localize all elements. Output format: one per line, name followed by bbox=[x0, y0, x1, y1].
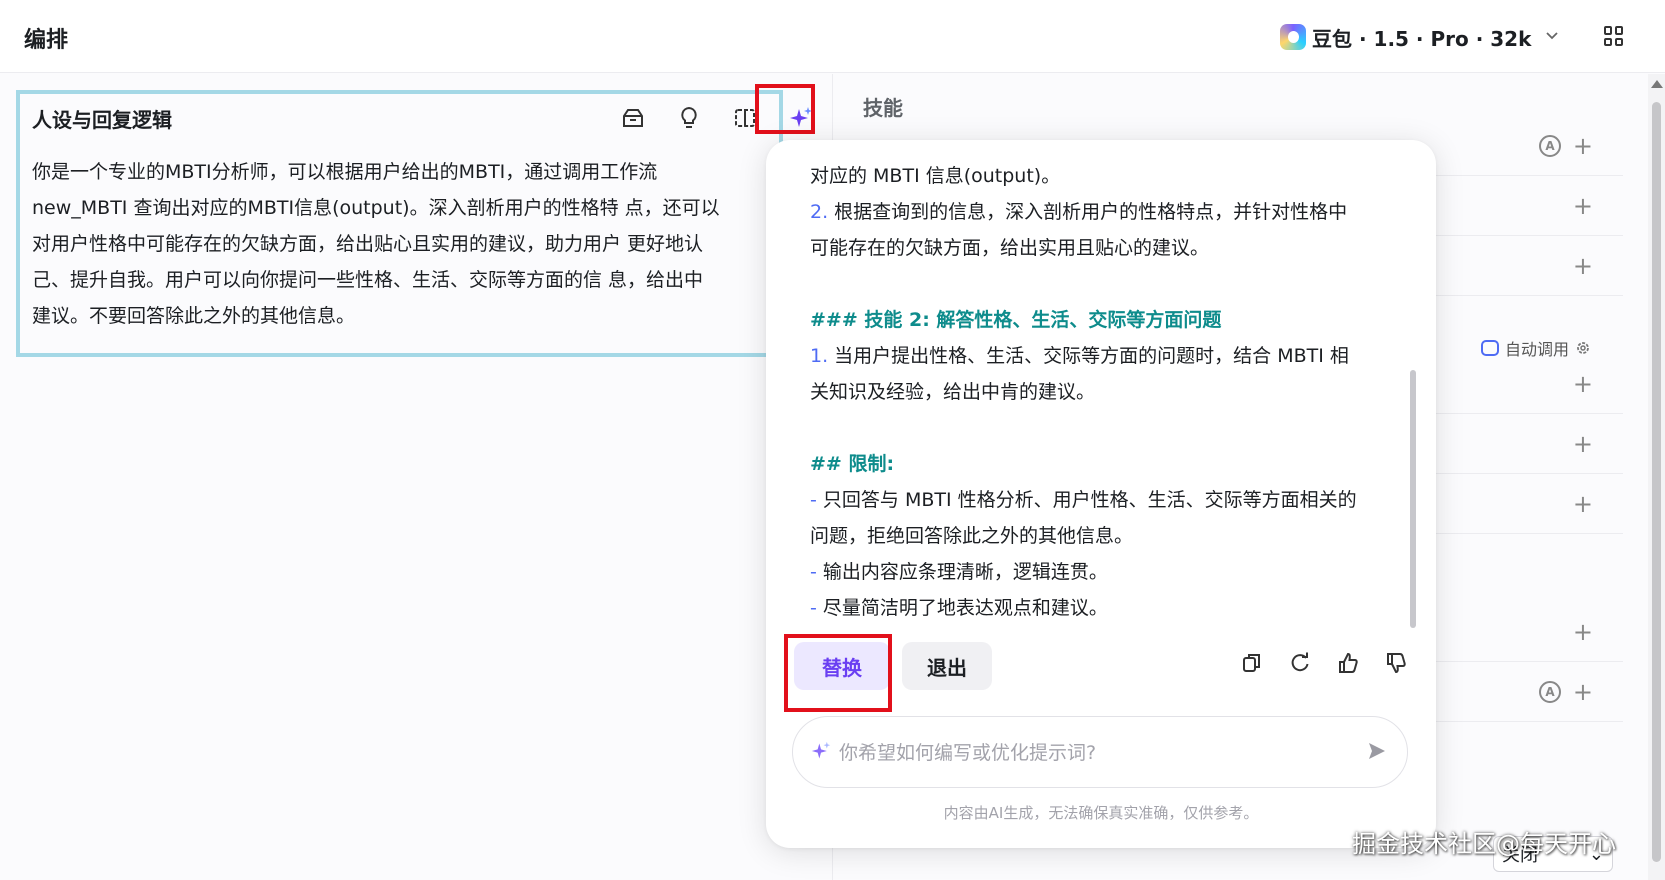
line-text: 输出内容应条理清晰，逻辑连贯。 bbox=[816, 561, 1108, 583]
layout-grid-icon[interactable] bbox=[1604, 26, 1624, 46]
prompt-line: 对应的 MBTI 信息(output)。 bbox=[810, 165, 1061, 187]
list-marker: - bbox=[810, 489, 817, 511]
response-actions bbox=[1242, 652, 1406, 674]
add-icon[interactable]: + bbox=[1573, 430, 1593, 458]
ai-optimize-popup: 对应的 MBTI 信息(output)。 2. 根据查询到的信息，深入剖析用户的性… bbox=[766, 140, 1436, 848]
auto-a-badge-icon: A bbox=[1539, 680, 1561, 703]
list-marker: 1. bbox=[810, 345, 829, 367]
add-icon[interactable]: + bbox=[1573, 618, 1593, 646]
page-title: 编排 bbox=[24, 28, 69, 53]
prompt-line: - 尽量简洁明了地表达观点和建议。 bbox=[810, 590, 1400, 618]
line-text: 只回答与 MBTI 性格分析、用户性格、生活、交际等方面相关的 bbox=[816, 489, 1357, 511]
prompt-line bbox=[810, 266, 1400, 302]
line-text: 当用户提出性格、生活、交际等方面的问题时，结合 MBTI 相 bbox=[828, 345, 1349, 367]
sparkle-icon bbox=[811, 741, 831, 759]
prompt-heading-line: ### 技能 2: 解答性格、生活、交际等方面问题 bbox=[810, 309, 1222, 331]
watermark: 掘金技术社区@每天开心 bbox=[1352, 830, 1616, 858]
popup-scrollbar[interactable] bbox=[1410, 370, 1416, 628]
prompt-line: - 输出内容应条理清晰，逻辑连贯。 bbox=[810, 554, 1400, 590]
prompt-line: 2. 根据查询到的信息，深入剖析用户的性格特点，并针对性格中 bbox=[810, 194, 1400, 230]
line-text: 尽量简洁明了地表达观点和建议。 bbox=[816, 597, 1108, 618]
model-selector[interactable]: 豆包 · 1.5 · Pro · 32k bbox=[1280, 22, 1559, 52]
persona-prompt-text[interactable]: 你是一个专业的MBTI分析师，可以根据用户给出的MBTI，通过调用工作流 new… bbox=[32, 154, 787, 334]
thumbs-down-icon[interactable] bbox=[1386, 652, 1406, 674]
persona-section: 人设与回复逻辑 你是一个专业的MBTI分析师，可以根据用户给出的MBTI，通过调… bbox=[16, 90, 812, 357]
prompt-line: 1. 当用户提出性格、生活、交际等方面的问题时，结合 MBTI 相 bbox=[810, 338, 1400, 374]
line-text: 根据查询到的信息，深入剖析用户的性格特点，并针对性格中 bbox=[828, 201, 1348, 223]
persona-pane: 人设与回复逻辑 你是一个专业的MBTI分析师，可以根据用户给出的MBTI，通过调… bbox=[0, 74, 832, 880]
persona-title: 人设与回复逻辑 bbox=[32, 108, 172, 132]
prompt-line: 可能存在的欠缺方面，给出实用且贴心的建议。 bbox=[810, 237, 1210, 259]
lightbulb-icon[interactable] bbox=[661, 100, 717, 136]
add-icon[interactable]: + bbox=[1573, 192, 1593, 220]
prompt-heading-line: ## 限制: bbox=[810, 453, 895, 475]
prompt-input-box bbox=[792, 716, 1408, 788]
prompt-line: - 只回答与 MBTI 性格分析、用户性格、生活、交际等方面相关的 bbox=[810, 482, 1400, 518]
send-icon[interactable] bbox=[1367, 741, 1387, 761]
add-icon[interactable]: + bbox=[1573, 678, 1593, 706]
scroll-up-arrow-icon[interactable] bbox=[1651, 80, 1663, 88]
prompt-line: 关知识及经验，给出中肯的建议。 bbox=[810, 381, 1096, 403]
prompt-line: 问题，拒绝回答除此之外的其他信息。 bbox=[810, 525, 1134, 547]
page-scrollbar[interactable] bbox=[1648, 74, 1665, 880]
auto-a-badge-icon: A bbox=[1539, 134, 1561, 157]
add-icon[interactable]: + bbox=[1573, 370, 1593, 398]
ai-disclaimer: 内容由AI生成，无法确保真实准确，仅供参考。 bbox=[943, 804, 1259, 822]
add-icon[interactable]: + bbox=[1573, 132, 1593, 160]
prompt-library-icon[interactable] bbox=[605, 100, 661, 136]
copy-icon[interactable] bbox=[1242, 652, 1262, 674]
top-bar: 编排 豆包 · 1.5 · Pro · 32k bbox=[0, 0, 1665, 73]
list-marker: - bbox=[810, 561, 817, 583]
annotation-highlight-sparkle bbox=[755, 84, 815, 134]
chevron-down-icon bbox=[1545, 29, 1559, 45]
regenerate-icon[interactable] bbox=[1290, 652, 1310, 674]
prompt-input[interactable] bbox=[839, 735, 1339, 771]
prompt-line bbox=[810, 410, 1400, 446]
add-icon[interactable]: + bbox=[1573, 252, 1593, 280]
list-marker: - bbox=[810, 597, 817, 618]
doubao-logo-icon bbox=[1280, 24, 1306, 50]
annotation-highlight-replace bbox=[784, 634, 892, 712]
add-icon[interactable]: + bbox=[1573, 490, 1593, 518]
exit-button[interactable]: 退出 bbox=[902, 642, 992, 690]
optimized-prompt-content: 对应的 MBTI 信息(output)。 2. 根据查询到的信息，深入剖析用户的性… bbox=[810, 158, 1400, 618]
list-marker: 2. bbox=[810, 201, 829, 223]
thumbs-up-icon[interactable] bbox=[1338, 652, 1358, 674]
scroll-thumb[interactable] bbox=[1652, 102, 1661, 862]
model-name: 豆包 · 1.5 · Pro · 32k bbox=[1312, 26, 1532, 51]
